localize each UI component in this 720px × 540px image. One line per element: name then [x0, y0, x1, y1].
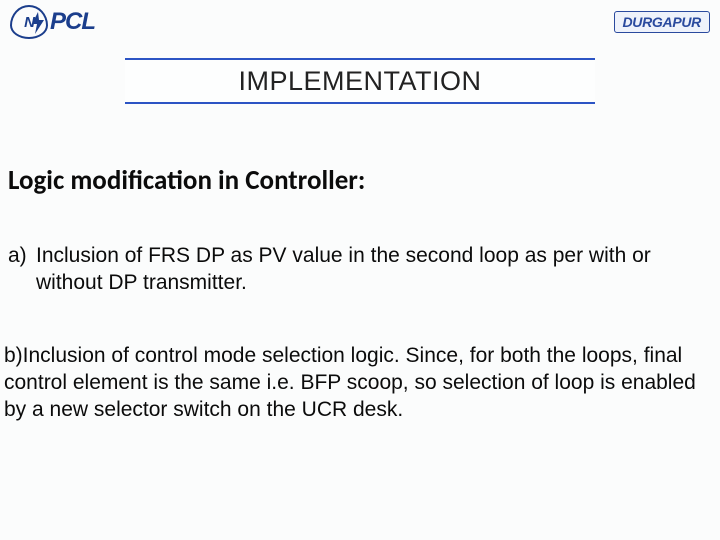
list-item-a-marker: a) — [8, 243, 36, 297]
section-heading: Logic modification in Controller: — [8, 164, 720, 197]
nspcl-logo-mark: N — [10, 5, 48, 39]
nspcl-logo: N PCL — [10, 5, 95, 39]
list-item-b: b)Inclusion of control mode selection lo… — [4, 343, 700, 424]
list-item-a-text: Inclusion of FRS DP as PV value in the s… — [36, 243, 700, 297]
durgapur-badge: DURGAPUR — [614, 11, 711, 33]
slide-title: IMPLEMENTATION — [238, 66, 481, 97]
nspcl-logo-text: PCL — [50, 8, 95, 36]
slide-header: N PCL DURGAPUR — [0, 0, 720, 44]
slide-title-bar: IMPLEMENTATION — [125, 58, 595, 104]
lightning-bolt-icon — [32, 12, 46, 34]
list-item-a: a) Inclusion of FRS DP as PV value in th… — [8, 243, 700, 297]
